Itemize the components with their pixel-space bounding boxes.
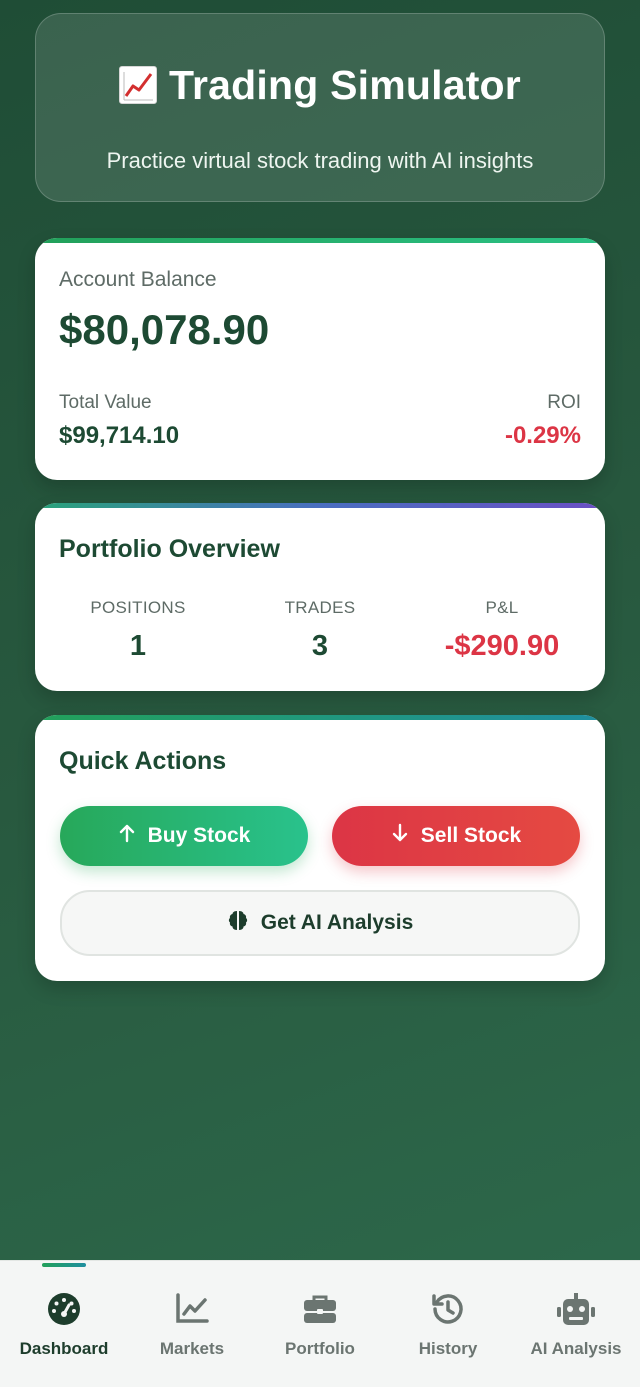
app-title: Trading Simulator <box>169 61 521 108</box>
gauge-icon <box>0 1291 128 1327</box>
sell-stock-button[interactable]: Sell Stock <box>332 806 580 866</box>
quick-actions-card: Quick Actions Buy Stock Sell Stock Get A… <box>35 715 605 981</box>
active-tab-indicator <box>42 1263 86 1267</box>
nav-item-markets[interactable]: Markets <box>128 1291 256 1359</box>
briefcase-icon <box>256 1291 384 1327</box>
sell-stock-label: Sell Stock <box>420 824 522 847</box>
nav-item-dashboard[interactable]: Dashboard <box>0 1291 128 1359</box>
stat-value: -$290.90 <box>444 630 560 662</box>
chart-increasing-icon <box>119 66 158 104</box>
nav-item-history[interactable]: History <box>384 1291 512 1359</box>
robot-icon <box>512 1291 640 1327</box>
arrow-up-icon <box>118 823 136 849</box>
nav-label: Dashboard <box>19 1339 109 1358</box>
stat-label: P&L <box>485 598 519 617</box>
account-balance-card: Account Balance $80,078.90 Total Value $… <box>35 238 605 480</box>
app-subtitle: Practice virtual stock trading with AI i… <box>106 148 534 173</box>
arrow-down-icon <box>391 823 409 849</box>
roi-value: -0.29% <box>504 422 581 449</box>
page-title: Trading Simulator <box>36 60 604 110</box>
get-ai-analysis-button[interactable]: Get AI Analysis <box>60 890 580 956</box>
nav-label: Portfolio <box>285 1339 355 1358</box>
portfolio-overview-title: Portfolio Overview <box>59 535 280 563</box>
balance-value: $80,078.90 <box>59 306 270 353</box>
total-value: $99,714.10 <box>59 422 180 449</box>
stat-pnl: P&L -$290.90 <box>407 598 597 663</box>
stat-trades: TRADES 3 <box>225 598 415 663</box>
app-header: Trading Simulator Practice virtual stock… <box>35 13 605 202</box>
nav-item-ai-analysis[interactable]: AI Analysis <box>512 1291 640 1359</box>
stat-value: 1 <box>129 630 147 662</box>
nav-label: Markets <box>159 1339 225 1358</box>
portfolio-overview-card: Portfolio Overview POSITIONS 1 TRADES 3 … <box>35 503 605 691</box>
stat-label: POSITIONS <box>90 598 186 617</box>
nav-label: History <box>418 1339 478 1358</box>
stat-positions: POSITIONS 1 <box>43 598 233 663</box>
total-value-label: Total Value <box>59 392 152 413</box>
buy-stock-button[interactable]: Buy Stock <box>60 806 308 866</box>
line-chart-icon <box>128 1291 256 1327</box>
buy-stock-label: Buy Stock <box>147 824 251 847</box>
balance-label: Account Balance <box>59 268 217 291</box>
stat-value: 3 <box>311 630 329 662</box>
get-ai-analysis-label: Get AI Analysis <box>260 911 414 934</box>
stat-label: TRADES <box>284 598 356 617</box>
brain-icon <box>227 909 249 937</box>
quick-actions-title: Quick Actions <box>59 747 227 775</box>
nav-item-portfolio[interactable]: Portfolio <box>256 1291 384 1359</box>
roi-label: ROI <box>547 392 581 413</box>
history-icon <box>384 1291 512 1327</box>
bottom-navigation: Dashboard Markets Portfolio History AI A… <box>0 1260 640 1387</box>
nav-label: AI Analysis <box>530 1339 622 1358</box>
